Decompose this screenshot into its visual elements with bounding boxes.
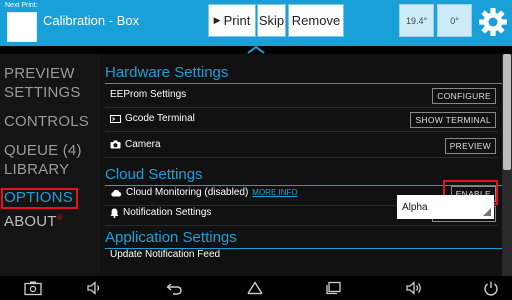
gcode-terminal-label-group: Gcode Terminal <box>110 113 195 124</box>
settings-row-eeprom: EEProm Settings CONFIGURE <box>105 84 498 108</box>
camera-label-group: Camera <box>110 139 161 150</box>
update-feed-select[interactable]: Alpha <box>397 195 494 219</box>
settings-row-gcode-terminal: Gcode Terminal SHOW TERMINAL <box>105 108 498 132</box>
sidebar-item-preview-settings[interactable]: PREVIEW SETTINGS <box>4 64 81 102</box>
dropdown-caret-icon <box>483 208 491 216</box>
more-info-link[interactable]: MORE INFO <box>252 188 297 197</box>
job-title: Calibration - Box <box>43 13 140 28</box>
home-icon[interactable] <box>246 280 264 296</box>
cloud-monitoring-label-group: Cloud Monitoring (disabled) MORE INFO <box>110 187 298 198</box>
update-feed-label: Update Notification Feed <box>110 249 221 260</box>
camera-icon <box>110 140 121 149</box>
show-terminal-button[interactable]: SHOW TERMINAL <box>410 112 496 128</box>
power-icon[interactable] <box>482 280 500 296</box>
extruder-temperature[interactable]: 19.4° <box>399 4 434 37</box>
cloud-settings-heading: Cloud Settings <box>105 166 203 183</box>
volume-up-icon[interactable] <box>405 280 423 296</box>
bell-icon <box>110 208 119 218</box>
remove-button[interactable]: Remove <box>288 4 344 37</box>
options-highlight-box <box>1 188 78 209</box>
collapse-chevron-icon[interactable] <box>247 46 265 54</box>
camera-label: Camera <box>125 139 161 150</box>
notification-settings-label: Notification Settings <box>123 207 212 218</box>
back-icon[interactable] <box>165 280 183 296</box>
cloud-monitoring-label: Cloud Monitoring (disabled) <box>126 187 249 198</box>
sidebar: PREVIEW SETTINGS CONTROLS QUEUE (4) LIBR… <box>0 54 100 276</box>
print-queue-header: Next Print: Calibration - Box ▶ Print Sk… <box>0 0 512 46</box>
gcode-terminal-label: Gcode Terminal <box>125 113 195 124</box>
print-button-label: Print <box>223 13 251 28</box>
recent-apps-icon[interactable] <box>325 280 343 296</box>
hardware-settings-heading: Hardware Settings <box>105 64 229 81</box>
settings-row-camera: Camera PREVIEW <box>105 134 498 158</box>
scrollbar-thumb[interactable] <box>503 54 511 170</box>
terminal-icon <box>110 114 121 123</box>
next-print-label: Next Print: <box>5 2 38 9</box>
gear-icon[interactable] <box>477 6 509 38</box>
settings-row-update-feed: Update Notification Feed <box>105 244 498 268</box>
sidebar-item-controls[interactable]: CONTROLS <box>4 112 89 131</box>
about-badge: ® <box>56 213 63 222</box>
eeprom-settings-label: EEProm Settings <box>110 89 187 100</box>
cloud-icon <box>111 189 122 196</box>
volume-down-icon[interactable] <box>86 280 104 296</box>
sidebar-item-about-label: ABOUT <box>4 213 57 230</box>
notification-settings-label-group: Notification Settings <box>110 207 211 218</box>
camera-preview-button[interactable]: PREVIEW <box>444 138 496 154</box>
sidebar-item-queue-library[interactable]: QUEUE (4) LIBRARY <box>4 141 82 179</box>
job-thumbnail[interactable] <box>7 12 37 42</box>
screenshot-icon[interactable] <box>24 280 42 296</box>
play-icon: ▶ <box>213 15 221 25</box>
system-navigation-bar <box>0 276 512 300</box>
skip-button[interactable]: Skip <box>257 4 286 37</box>
bed-temperature[interactable]: 0° <box>437 4 472 37</box>
print-button[interactable]: ▶ Print <box>208 4 256 37</box>
sidebar-item-about[interactable]: ABOUT® <box>4 208 63 231</box>
options-panel: Hardware Settings EEProm Settings CONFIG… <box>100 54 502 276</box>
eeprom-configure-button[interactable]: CONFIGURE <box>432 88 496 104</box>
update-feed-select-value: Alpha <box>402 201 428 213</box>
